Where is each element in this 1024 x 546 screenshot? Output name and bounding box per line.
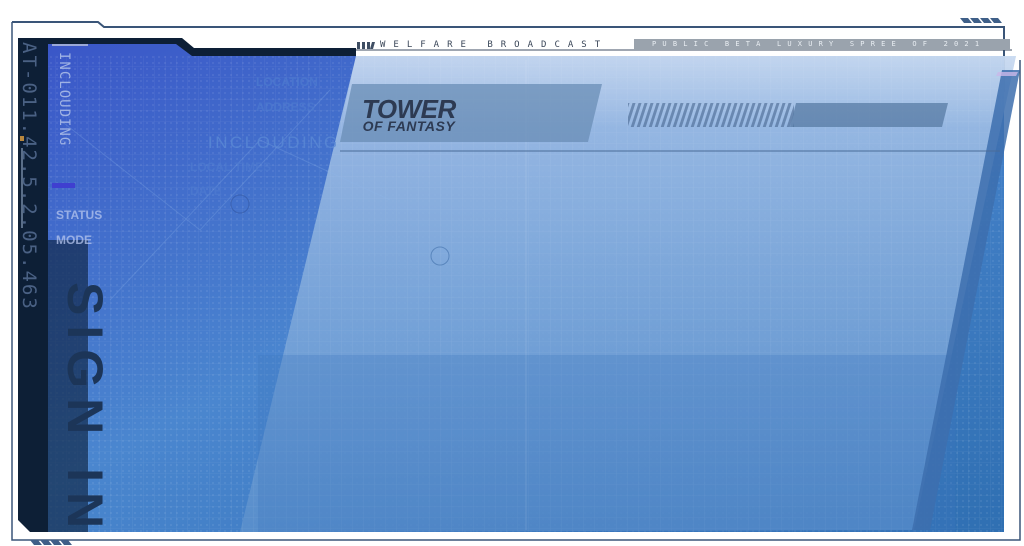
tower-of-fantasy-logo: TOWER OF FANTASY bbox=[362, 96, 456, 133]
broadcast-title: WELFARE BROADCAST bbox=[380, 40, 609, 50]
status-label: STATUS bbox=[56, 208, 103, 222]
address-label: ADDRESS bbox=[256, 100, 315, 114]
subtitle-text: PUBLIC BETA LUXURY SPREE OF 2021 bbox=[652, 40, 986, 48]
subtitle-plate: PUBLIC BETA LUXURY SPREE OF 2021 bbox=[634, 39, 1010, 50]
logo-line-2: OF FANTASY bbox=[362, 118, 456, 134]
side-code: AT-011.42.5.2.05.463 bbox=[18, 42, 40, 311]
mode-label: MODE bbox=[56, 233, 92, 247]
vertical-label: INCLOUDING bbox=[56, 52, 72, 147]
hud-frame bbox=[11, 18, 1021, 545]
sign-in-label[interactable]: SIGN IN bbox=[56, 282, 114, 538]
includding-banner: INCLOUDING bbox=[208, 133, 340, 152]
local-times-label: LOCAL TIMES bbox=[190, 160, 272, 174]
date-label: DATE bbox=[190, 184, 222, 198]
location-label: LOCATION bbox=[256, 75, 318, 89]
